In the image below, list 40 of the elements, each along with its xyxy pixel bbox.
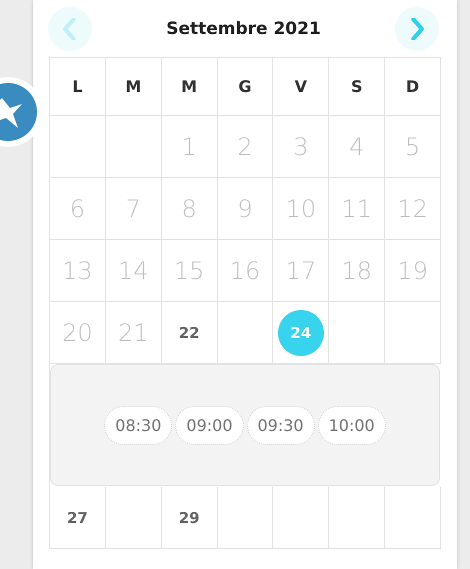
available-day[interactable]: 27	[66, 508, 88, 526]
past-day: 19	[397, 256, 428, 284]
past-day: 11	[341, 194, 372, 222]
weekday-label: L	[72, 77, 83, 96]
weekday-label: D	[406, 77, 420, 96]
weekday-label: M	[125, 77, 142, 96]
next-month-button[interactable]	[395, 6, 439, 50]
weekday-label: G	[238, 77, 252, 96]
empty-day-cell	[385, 487, 441, 549]
past-day: 3	[293, 132, 308, 160]
weekday-label: S	[350, 77, 362, 96]
time-slot-button[interactable]: 10:00	[318, 406, 386, 444]
weekday-label: M	[181, 77, 198, 96]
past-day: 5	[404, 132, 420, 160]
past-day: 7	[126, 194, 141, 222]
time-slot-button[interactable]: 09:30	[246, 406, 315, 444]
past-day: 17	[286, 256, 316, 284]
past-day: 15	[174, 256, 204, 284]
past-day: 6	[70, 194, 86, 222]
past-day: 14	[118, 256, 149, 284]
past-day: 9	[237, 194, 253, 222]
past-day: 12	[397, 194, 428, 222]
month-title: Settembre 2021	[166, 18, 321, 38]
chevron-left-icon	[63, 18, 77, 40]
available-day[interactable]: 29	[178, 508, 200, 526]
weekday-label: V	[294, 77, 308, 96]
chevron-right-icon	[410, 18, 424, 40]
time-slot-button[interactable]: 08:30	[104, 406, 172, 444]
past-day: 10	[286, 194, 316, 222]
past-day: 21	[118, 318, 149, 346]
past-day: 13	[62, 256, 93, 284]
past-day: 1	[181, 132, 197, 160]
past-day: 20	[62, 318, 93, 346]
available-day[interactable]: 22	[178, 324, 200, 342]
past-day: 2	[237, 132, 253, 160]
past-day: 16	[230, 256, 260, 284]
past-day: 8	[181, 194, 197, 222]
past-day: 4	[349, 132, 364, 160]
past-day: 18	[341, 256, 372, 284]
time-slot-button[interactable]: 09:00	[175, 406, 244, 444]
